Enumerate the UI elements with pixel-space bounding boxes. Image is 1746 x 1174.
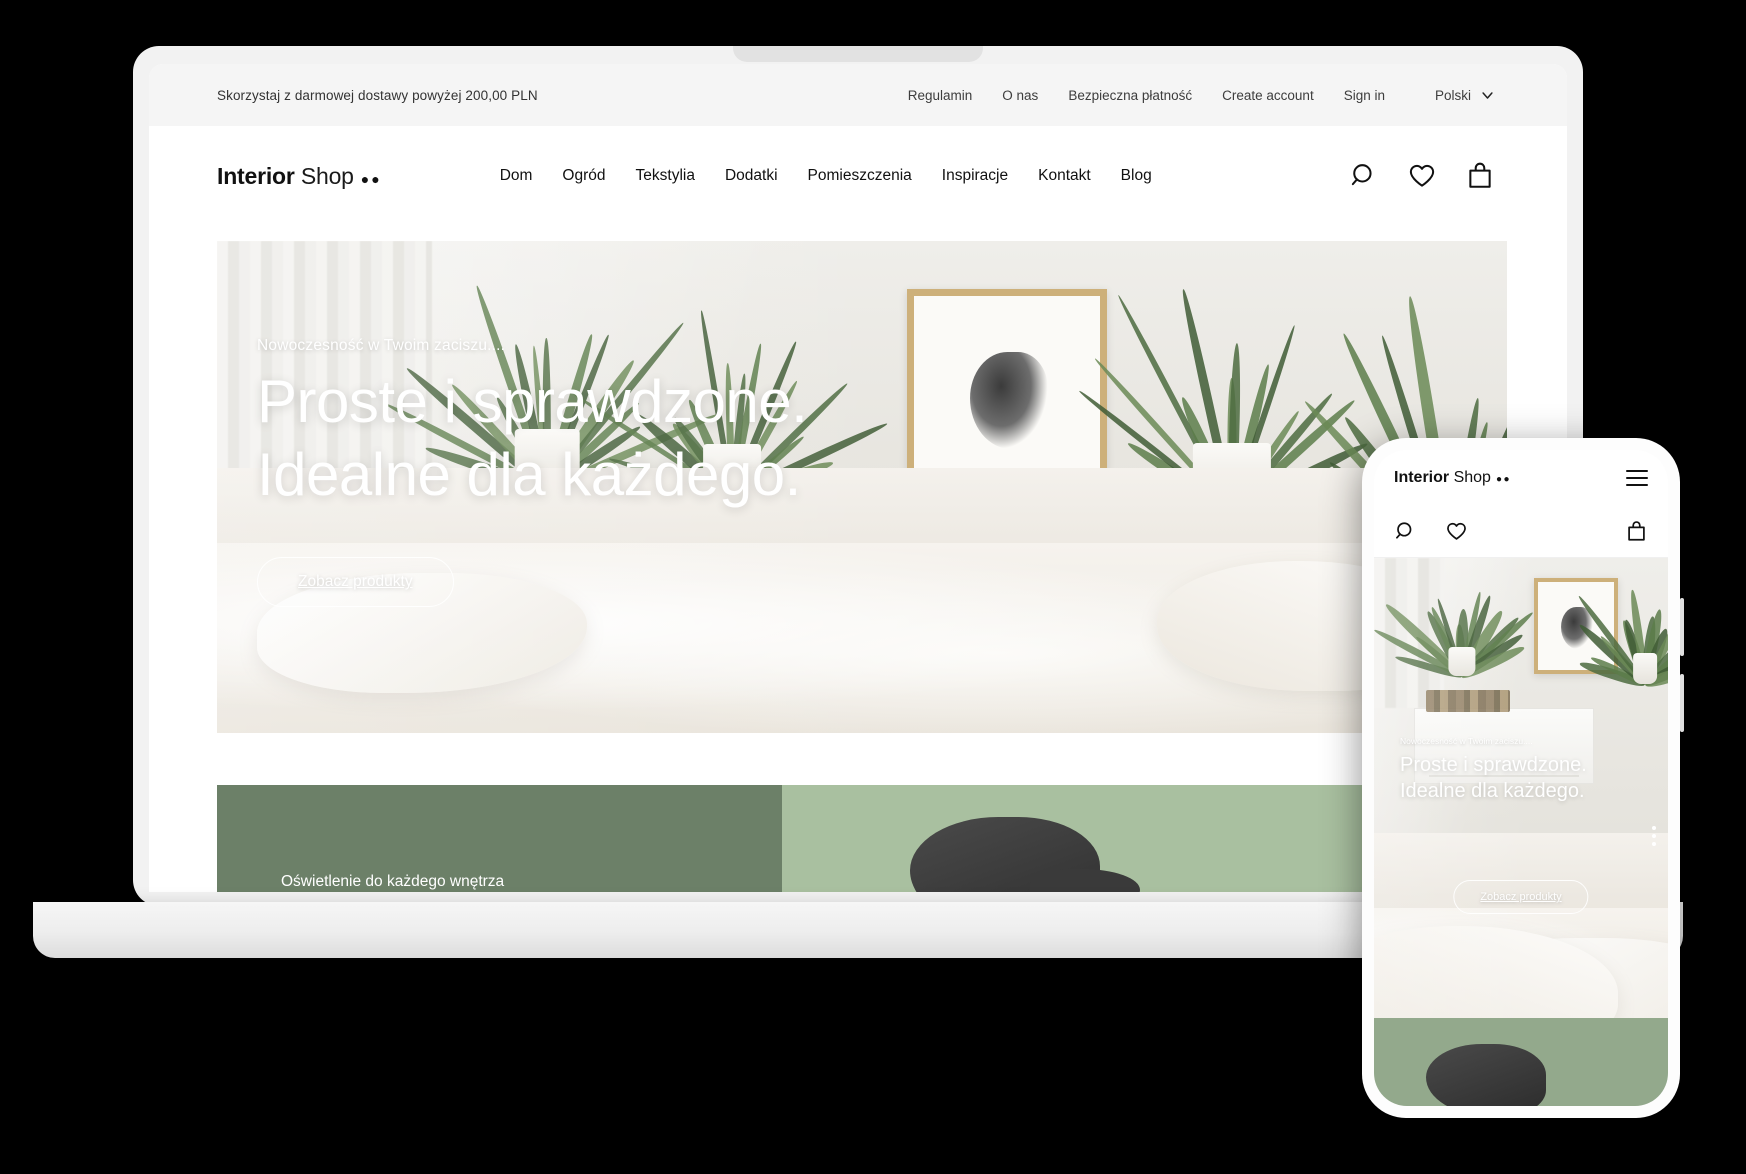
mobile-header: Interior Shop ●● xyxy=(1374,450,1668,506)
sign-in-link[interactable]: Sign in xyxy=(1344,88,1385,103)
mobile-logo-bold-word: Interior xyxy=(1394,469,1449,486)
hero-content: Nowoczesność w Twoim zaciszu.... Proste … xyxy=(257,337,807,607)
hero-title-line-2: Idealne dla każdego. xyxy=(257,438,807,511)
mobile-logo-dots: ●● xyxy=(1496,474,1511,485)
mobile-promo-product-image xyxy=(1426,1044,1546,1106)
mobile-icon-bar xyxy=(1374,506,1668,558)
nav-item-ogrod[interactable]: Ogród xyxy=(562,167,605,185)
utility-link-bezpieczna-platnosc[interactable]: Bezpieczna płatność xyxy=(1068,88,1192,103)
hero-title: Proste i sprawdzone. Idealne dla każdego… xyxy=(257,365,807,511)
mobile-promo-strip[interactable] xyxy=(1374,1018,1668,1106)
mobile-hero-cta-button[interactable]: Zobacz produkty xyxy=(1453,880,1588,914)
phone-mockup: Interior Shop ●● Nowoczesność w Twoim za… xyxy=(1362,438,1680,1118)
mobile-hero-content: Nowoczesność w Twoim zaciszu.... Proste … xyxy=(1400,736,1587,804)
promo-product-image xyxy=(910,817,1100,892)
website-desktop: Skorzystaj z darmowej dostawy powyżej 20… xyxy=(149,64,1567,892)
shopping-bag-icon[interactable] xyxy=(1625,520,1648,543)
nav-item-dodatki[interactable]: Dodatki xyxy=(725,167,778,185)
carousel-dot[interactable] xyxy=(1652,842,1656,846)
mobile-hero-title-line-1: Proste i sprawdzone. xyxy=(1400,752,1587,778)
free-shipping-promo-text: Skorzystaj z darmowej dostawy powyżej 20… xyxy=(217,88,538,103)
logo-light-word: Shop xyxy=(301,163,354,189)
phone-power-button xyxy=(1680,674,1684,732)
promo-strip-label: Oświetlenie do każdego wnętrza xyxy=(281,873,504,891)
nav-item-dom[interactable]: Dom xyxy=(500,167,533,185)
create-account-link[interactable]: Create account xyxy=(1222,88,1314,103)
search-icon[interactable] xyxy=(1394,520,1417,543)
chevron-down-icon xyxy=(1480,88,1495,103)
site-header: Interior Shop ●● Dom Ogród Tekstylia Doda… xyxy=(149,126,1567,226)
search-icon[interactable] xyxy=(1349,161,1379,191)
nav-item-blog[interactable]: Blog xyxy=(1121,167,1152,185)
logo[interactable]: Interior Shop ●● xyxy=(217,163,382,190)
mobile-carousel-dots[interactable] xyxy=(1652,826,1656,846)
header-icon-group xyxy=(1349,161,1495,191)
main-navigation: Dom Ogród Tekstylia Dodatki Pomieszczeni… xyxy=(500,167,1152,185)
heart-icon[interactable] xyxy=(1407,161,1437,191)
hamburger-menu-icon[interactable] xyxy=(1626,465,1648,490)
carousel-dot[interactable] xyxy=(1652,826,1656,830)
laptop-screen: Skorzystaj z darmowej dostawy powyżej 20… xyxy=(149,64,1567,892)
phone-screen: Interior Shop ●● Nowoczesność w Twoim za… xyxy=(1374,450,1668,1106)
mobile-hero-banner: Nowoczesność w Twoim zaciszu.... Proste … xyxy=(1374,558,1668,1018)
mobile-logo-light-word: Shop xyxy=(1454,469,1491,486)
mobile-hero-title: Proste i sprawdzone. Idealne dla każdego… xyxy=(1400,752,1587,804)
hero-eyebrow: Nowoczesność w Twoim zaciszu.... xyxy=(257,337,807,355)
hero-title-line-1: Proste i sprawdzone. xyxy=(257,365,807,438)
shopping-bag-icon[interactable] xyxy=(1465,161,1495,191)
nav-item-pomieszczenia[interactable]: Pomieszczenia xyxy=(808,167,912,185)
logo-dots: ●● xyxy=(361,171,382,187)
promo-strip-left-panel[interactable]: Oświetlenie do każdego wnętrza xyxy=(217,785,782,892)
hero-banner: Nowoczesność w Twoim zaciszu.... Proste … xyxy=(217,241,1507,733)
phone-volume-button xyxy=(1680,598,1684,656)
mobile-hero-title-line-2: Idealne dla każdego. xyxy=(1400,778,1587,804)
nav-item-tekstylia[interactable]: Tekstylia xyxy=(636,167,695,185)
mobile-hero-eyebrow: Nowoczesność w Twoim zaciszu.... xyxy=(1400,736,1587,746)
utility-link-regulamin[interactable]: Regulamin xyxy=(908,88,973,103)
language-selector[interactable]: Polski xyxy=(1435,88,1495,103)
laptop-notch xyxy=(733,46,983,62)
promo-strip: Oświetlenie do każdego wnętrza xyxy=(217,785,1507,892)
screenshot-stage: Skorzystaj z darmowej dostawy powyżej 20… xyxy=(0,0,1746,1174)
utility-nav: Regulamin O nas Bezpieczna płatność Crea… xyxy=(908,88,1495,103)
hero-cta-button[interactable]: Zobacz produkty xyxy=(257,557,454,607)
utility-link-o-nas[interactable]: O nas xyxy=(1002,88,1038,103)
nav-item-inspiracje[interactable]: Inspiracje xyxy=(942,167,1008,185)
heart-icon[interactable] xyxy=(1445,520,1468,543)
top-announcement-bar: Skorzystaj z darmowej dostawy powyżej 20… xyxy=(149,64,1567,126)
logo-bold-word: Interior xyxy=(217,163,295,189)
language-selector-label: Polski xyxy=(1435,88,1471,103)
carousel-dot[interactable] xyxy=(1652,834,1656,838)
nav-item-kontakt[interactable]: Kontakt xyxy=(1038,167,1091,185)
mobile-logo[interactable]: Interior Shop ●● xyxy=(1394,469,1511,487)
